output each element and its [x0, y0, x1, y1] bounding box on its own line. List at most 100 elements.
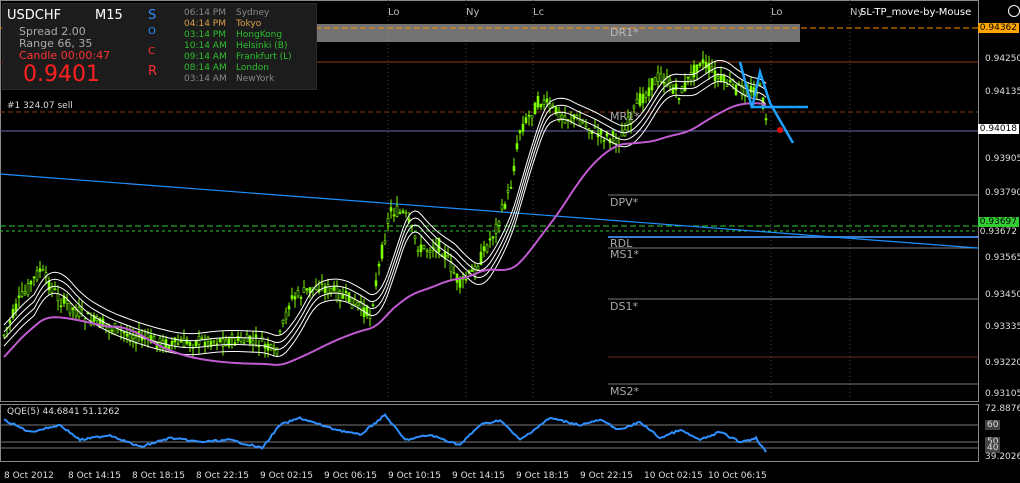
candle-body [380, 244, 384, 259]
candle-body [377, 263, 381, 267]
candle-body [332, 285, 336, 291]
candle-body [236, 336, 240, 341]
current-price-dot [777, 127, 783, 133]
candle-body [158, 337, 162, 346]
candle-body [506, 189, 510, 193]
qqe-axis-min: 39.2026 [985, 452, 1020, 462]
candle-body [293, 296, 297, 300]
candle-body [386, 218, 390, 224]
candle-body [254, 334, 258, 338]
candle-body [641, 94, 645, 104]
candle-body [65, 300, 69, 304]
price-axis-label: 0.93790 [985, 188, 1020, 198]
candle-body [371, 304, 375, 307]
symbol-info-panel: USDCHF M15 Spread 2.00 Range 66, 35 Cand… [2, 3, 317, 90]
candle-body [50, 286, 54, 294]
candle-body [38, 268, 42, 272]
candle-body [416, 249, 420, 252]
candle-body [20, 291, 24, 297]
session-time: 03:14 AM [184, 74, 227, 84]
candle-body [281, 319, 285, 324]
candle-body [488, 238, 492, 241]
candle-body [539, 104, 543, 108]
candle-body [635, 98, 639, 105]
candle-body [638, 93, 642, 106]
candle-body [251, 340, 255, 345]
candle-body [521, 123, 525, 132]
candle-body [413, 235, 417, 239]
candle-body [341, 294, 345, 299]
candle-body [695, 64, 699, 73]
time-axis-label: 8 Oct 18:15 [132, 471, 185, 481]
current-price: 0.9401 [23, 62, 100, 87]
candle-timer: Candle 00:00:47 [19, 49, 111, 62]
price-axis-label: 0.93450 [985, 290, 1020, 300]
qqe-axis-max: 72.8876 [985, 404, 1020, 414]
candle-body [374, 280, 378, 287]
session-time: 08:14 AM [184, 63, 227, 73]
symbol-name: USDCHF [7, 8, 62, 23]
candle-body [338, 291, 342, 302]
candle-body [530, 114, 534, 119]
candle-body [389, 207, 393, 212]
time-axis-label: 9 Oct 06:15 [324, 471, 377, 481]
candle-body [26, 283, 30, 296]
candle-body [533, 102, 537, 115]
price-tag-current: 0.94018 [977, 124, 1019, 134]
candle-body [230, 334, 234, 340]
candle-body [584, 123, 588, 127]
candle-body [29, 280, 33, 285]
candle-body [287, 305, 291, 310]
pivot-ms1-label: MS1* [610, 248, 639, 261]
price-axis-label: 0.93565 [985, 253, 1020, 263]
candle-body [320, 282, 324, 285]
candle-body [527, 114, 531, 117]
signal-letter-o: O [148, 26, 156, 37]
candle-body [422, 245, 426, 250]
candle-body [683, 82, 687, 92]
order-line-label[interactable]: #1 324.07 sell [7, 101, 73, 111]
qqe-indicator-title: QQE(5) 44.6841 51.1262 [7, 407, 120, 417]
time-axis-label: 10 Oct 02:15 [644, 471, 703, 481]
candle-body [692, 64, 696, 78]
candle-body [23, 291, 27, 294]
time-axis-label: 9 Oct 18:15 [516, 471, 569, 481]
candle-body [173, 337, 177, 343]
candle-body [356, 302, 360, 306]
time-axis-label: 8 Oct 22:15 [196, 471, 249, 481]
session-name: HongKong [236, 30, 283, 40]
candle-body [560, 114, 564, 119]
session-name: Sydney [236, 8, 270, 18]
qqe-axis-60: 60 [985, 420, 1001, 430]
time-axis-label: 8 Oct 14:15 [68, 471, 121, 481]
candle-body [395, 205, 399, 217]
dr1-zone [315, 24, 800, 42]
candle-body [503, 204, 507, 209]
session-time: 10:14 AM [184, 41, 227, 51]
candle-body [701, 59, 705, 64]
session-name: Helsinki (B) [236, 41, 288, 51]
candle-body [239, 337, 243, 342]
time-axis-label: 9 Oct 10:15 [388, 471, 441, 481]
candle-body [248, 335, 252, 344]
pivot-dpv-label: DPV* [610, 196, 639, 209]
candle-body [659, 73, 663, 82]
candle-body [494, 223, 498, 234]
candle-body [401, 210, 405, 213]
candle-body [353, 299, 357, 305]
candle-body [650, 78, 654, 91]
candle-body [284, 311, 288, 320]
session-name: London [236, 63, 269, 73]
candle-body [110, 329, 114, 332]
candle-body [464, 278, 468, 281]
candle-body [728, 80, 732, 83]
price-tag-green: 0.93697 [977, 217, 1019, 227]
qqe-frame [0, 404, 979, 462]
session-marker: Lo [388, 7, 400, 18]
candle-body [35, 270, 39, 281]
session-marker: Lc [533, 7, 545, 18]
candle-body [131, 335, 135, 339]
pivot-ds1-label: DS1* [610, 300, 638, 313]
candle-body [59, 305, 63, 308]
candle-body [170, 340, 174, 345]
